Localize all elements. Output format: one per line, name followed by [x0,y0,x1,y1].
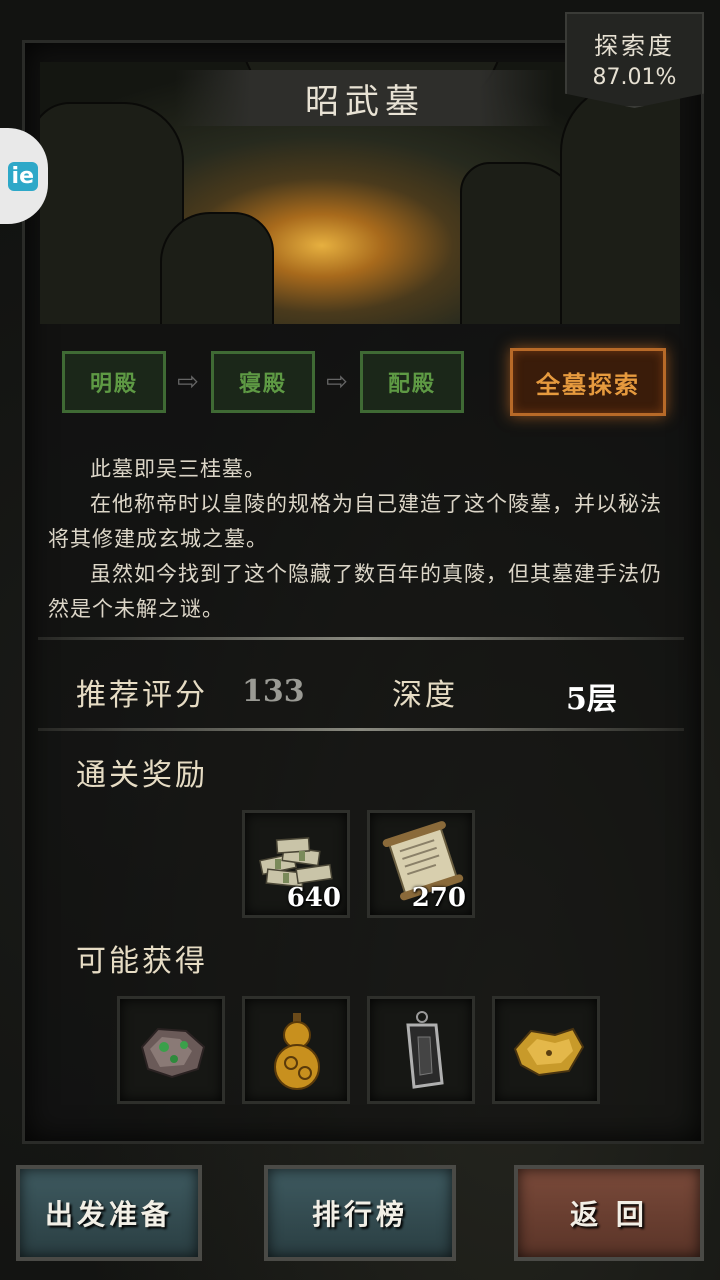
gold-nugget-icon [513,1027,585,1077]
reward-count: 640 [286,883,341,913]
explore-progress-tag: 探索度 87.01% [565,12,704,108]
explore-value: 87.01% [592,65,677,90]
cave-rock-far-right [560,82,680,324]
divider [38,728,684,731]
depth-label: 深度 [392,678,458,713]
drop-slot-gold-nugget[interactable] [492,996,600,1104]
drop-slot-talisman[interactable] [367,996,475,1104]
golden-gourd-icon [274,1013,320,1090]
side-badge-label: ie [7,161,38,191]
clear-rewards-title: 通关奖励 [76,758,208,793]
back-button-label: 返 回 [570,1198,648,1231]
reward-slot-money[interactable]: 640 [242,810,350,918]
stage-sleeping-hall[interactable]: 寝殿 [211,351,315,413]
full-explore-label: 全墓探索 [536,369,640,399]
tomb-description: 此墓即吴三桂墓。 在他称帝时以皇陵的规格为自己建造了这个陵墓，并以秘法将其修建成… [48,452,676,627]
ranking-button-label: 排行榜 [311,1198,408,1231]
divider [38,637,684,640]
description-line: 虽然如今找到了这个隐藏了数百年的真陵，但其墓建手法仍然是个未解之谜。 [48,562,662,621]
full-explore-button[interactable]: 全墓探索 [510,348,666,416]
stage-side-hall[interactable]: 配殿 [360,351,464,413]
arrow-right-icon: ⇨ [326,367,348,397]
location-title: 昭武墓 [305,81,425,122]
prepare-button[interactable]: 出发准备 [16,1165,202,1261]
talisman-plate-icon [406,1011,444,1089]
back-button[interactable]: 返 回 [514,1165,704,1261]
explore-label: 探索度 [594,32,675,60]
depth-value: 5层 [566,682,617,717]
reward-count: 270 [411,883,466,913]
jade-ore-icon [140,1027,206,1079]
location-title-banner: 昭武墓 [175,70,555,126]
stage-label: 配殿 [387,371,436,397]
score-value: 133 [242,674,305,709]
score-label: 推荐评分 [76,678,208,713]
description-line: 此墓即吴三桂墓。 [90,457,266,481]
stage-label: 明殿 [89,371,138,397]
reward-slot-scroll[interactable]: 270 [367,810,475,918]
description-line: 在他称帝时以皇陵的规格为自己建造了这个陵墓，并以秘法将其修建成玄城之墓。 [48,492,662,551]
cave-rock-left-2 [160,212,274,324]
arrow-right-icon: ⇨ [177,367,199,397]
prepare-button-label: 出发准备 [44,1198,173,1231]
possible-drops-title: 可能获得 [76,944,208,979]
drop-slot-jade-ore[interactable] [117,996,225,1104]
drop-slot-gourd[interactable] [242,996,350,1104]
stage-ming-hall[interactable]: 明殿 [62,351,166,413]
ranking-button[interactable]: 排行榜 [264,1165,456,1261]
stage-label: 寝殿 [238,371,287,397]
